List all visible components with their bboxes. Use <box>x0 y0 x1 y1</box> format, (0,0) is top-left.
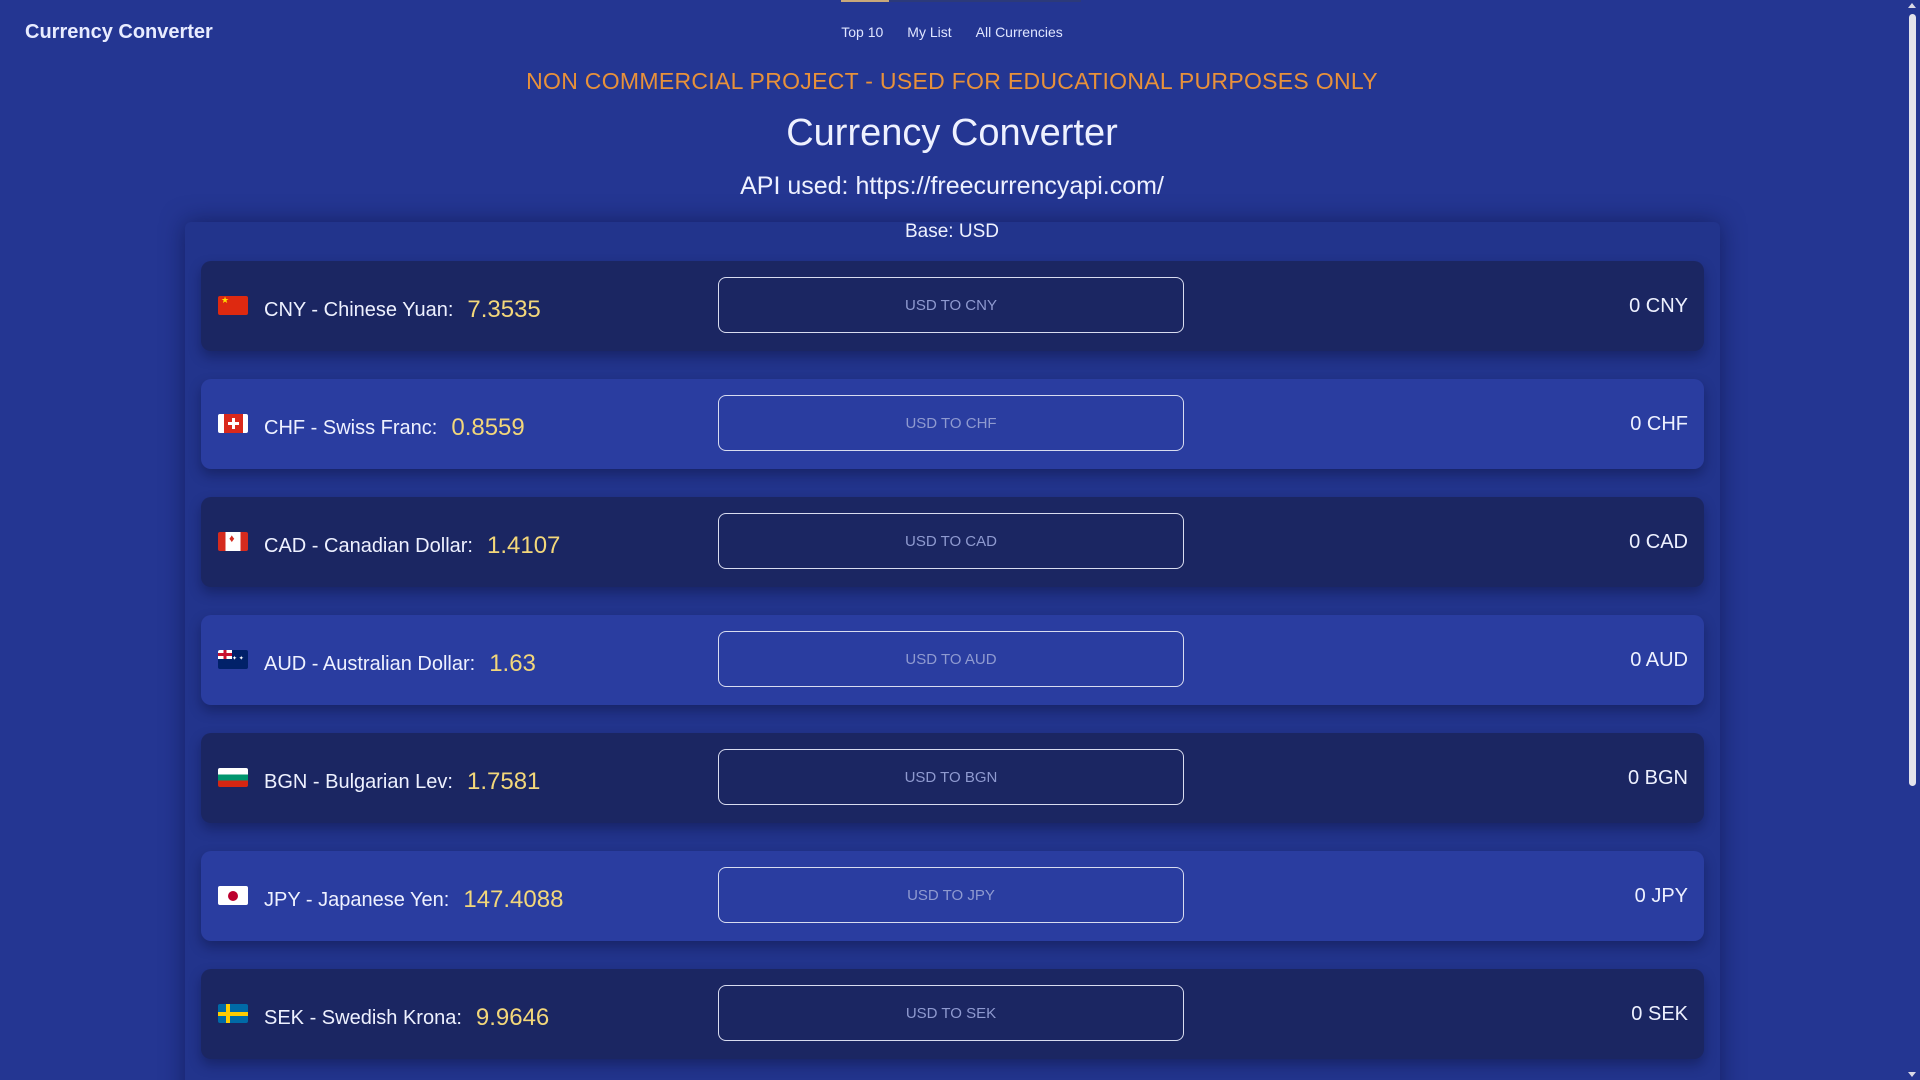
scroll-down-arrow-icon[interactable] <box>1908 1072 1916 1077</box>
page-title: Currency Converter <box>786 112 1118 154</box>
currency-label: CHF - Swiss Franc: 0.8559 <box>264 413 525 441</box>
converted-amount: 0 BGN <box>1627 767 1688 789</box>
currency-row-bgn: BGN - Bulgarian Lev: 1.7581 USD TO BGN 0 … <box>201 733 1704 823</box>
china-flag-icon <box>218 296 248 315</box>
currency-label: BGN - Bulgarian Lev: 1.7581 <box>264 767 540 795</box>
convert-button-cad[interactable]: USD TO CAD <box>718 513 1184 569</box>
currency-rate: 1.7581 <box>466 768 541 795</box>
currency-name: CNY - Chinese Yuan: <box>264 299 454 321</box>
top-nav: Top 10 My List All Currencies <box>0 22 1904 42</box>
canada-flag-icon <box>218 532 248 551</box>
scroll-thumb[interactable] <box>1909 14 1916 786</box>
base-currency: Base: USD <box>905 221 999 242</box>
convert-button-aud[interactable]: USD TO AUD <box>718 631 1184 687</box>
switzerland-flag-icon <box>218 414 248 433</box>
converted-amount: 0 AUD <box>1630 649 1688 671</box>
currency-row-chf: CHF - Swiss Franc: 0.8559 USD TO CHF 0 CH… <box>201 379 1704 469</box>
currency-label: AUD - Australian Dollar: 1.63 <box>264 649 536 677</box>
converted-amount: 0 CHF <box>1630 413 1688 435</box>
japan-flag-icon <box>218 886 248 905</box>
api-info: API used: https://freecurrencyapi.com/ <box>740 172 1164 200</box>
scroll-up-arrow-icon[interactable] <box>1908 3 1916 8</box>
currency-rate: 7.3535 <box>467 296 541 323</box>
bulgaria-flag-icon <box>218 768 248 787</box>
currency-label: CNY - Chinese Yuan: 7.3535 <box>264 295 541 323</box>
nav-top-10[interactable]: Top 10 <box>841 22 883 42</box>
currency-name: SEK - Swedish Krona: <box>264 1007 462 1029</box>
currency-label: JPY - Japanese Yen: 147.4088 <box>264 885 563 913</box>
convert-button-chf[interactable]: USD TO CHF <box>718 395 1184 451</box>
nav-all-currencies[interactable]: All Currencies <box>976 22 1063 42</box>
page: Currency Converter Top 10 My List All Cu… <box>0 0 1920 1080</box>
currency-name: BGN - Bulgarian Lev: <box>264 771 453 793</box>
converted-amount: 0 JPY <box>1634 885 1688 907</box>
currency-name: CAD - Canadian Dollar: <box>264 535 473 557</box>
currency-rate: 9.9646 <box>475 1004 550 1031</box>
convert-button-jpy[interactable]: USD TO JPY <box>718 867 1184 923</box>
currency-rate: 1.4107 <box>486 532 561 559</box>
converted-amount: 0 SEK <box>1631 1003 1688 1025</box>
currency-label: CAD - Canadian Dollar: 1.4107 <box>264 531 560 559</box>
sweden-flag-icon <box>218 1004 248 1023</box>
convert-button-bgn[interactable]: USD TO BGN <box>718 749 1184 805</box>
convert-button-sek[interactable]: USD TO SEK <box>718 985 1184 1041</box>
currency-rate: 0.8559 <box>451 414 525 441</box>
currency-rate: 147.4088 <box>463 886 564 913</box>
convert-button-cny[interactable]: USD TO CNY <box>718 277 1184 333</box>
australia-flag-icon <box>218 650 248 669</box>
notice-banner: NON COMMERCIAL PROJECT - USED FOR EDUCAT… <box>526 68 1378 94</box>
vertical-scrollbar[interactable] <box>1904 0 1920 1080</box>
currency-list: CNY - Chinese Yuan: 7.3535 USD TO CNY 0 C… <box>201 261 1704 1080</box>
currency-name: AUD - Australian Dollar: <box>264 653 476 675</box>
currency-name: CHF - Swiss Franc: <box>264 417 438 439</box>
currency-row-sek: SEK - Swedish Krona: 9.9646 USD TO SEK 0 … <box>201 969 1704 1059</box>
nav-active-indicator <box>841 0 889 2</box>
currency-row-jpy: JPY - Japanese Yen: 147.4088 USD TO JPY 0… <box>201 851 1704 941</box>
nav-indicator <box>841 0 1081 2</box>
converted-amount: 0 CNY <box>1629 295 1688 317</box>
currency-label: SEK - Swedish Krona: 9.9646 <box>264 1003 549 1031</box>
currency-rate: 1.63 <box>489 650 536 677</box>
currency-row-aud: AUD - Australian Dollar:1.63 USD TO AUD … <box>201 615 1704 705</box>
currency-row-cny: CNY - Chinese Yuan: 7.3535 USD TO CNY 0 C… <box>201 261 1704 351</box>
nav-my-list[interactable]: My List <box>907 22 951 42</box>
currency-name: JPY - Japanese Yen: <box>264 889 450 911</box>
converted-amount: 0 CAD <box>1629 531 1688 553</box>
currency-row-cad: CAD - Canadian Dollar:1.4107 USD TO CAD … <box>201 497 1704 587</box>
